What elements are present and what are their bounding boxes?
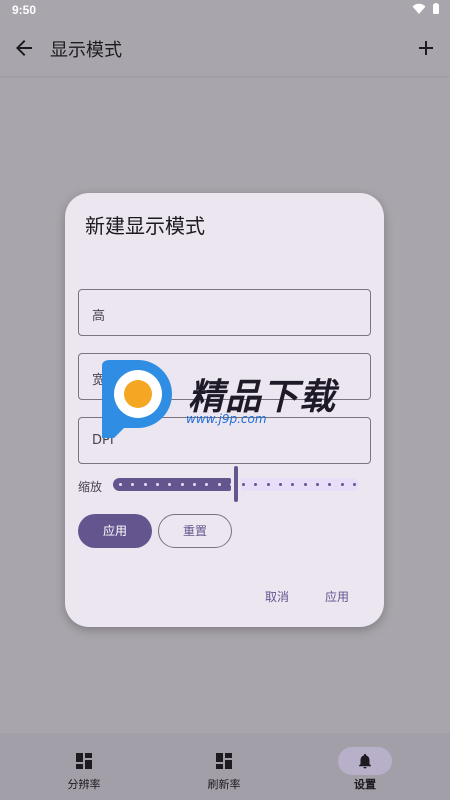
nav-icon-container [57,747,111,775]
slider-tick [180,483,184,486]
slider-tick [119,483,122,486]
bell-icon [359,753,371,769]
confirm-button[interactable]: 应用 [325,588,349,605]
dashboard-icon [216,753,232,769]
slider-tick [217,483,221,486]
nav-label: 刷新率 [207,778,241,791]
apply-button[interactable]: 应用 [78,514,152,548]
nav-icon-container [197,747,251,775]
watermark-url: www.j9p.com [186,412,267,426]
slider-tick [266,483,270,486]
slider-tick [229,483,233,486]
wifi-icon [412,3,426,14]
battery-icon [433,3,439,14]
watermark-logo [102,360,172,438]
reset-button[interactable]: 重置 [158,514,232,548]
slider-tick [340,483,344,486]
dialog-title: 新建显示模式 [85,214,205,238]
slider-tick [303,483,307,486]
nav-icon-container [338,747,392,775]
slider-tick [353,483,356,486]
top-app-bar: 显示模式 [0,20,450,76]
status-icons [412,3,440,15]
slider-tick [192,483,196,486]
nav-item-resolution[interactable]: 分辨率 [9,733,159,800]
back-arrow-icon[interactable] [12,36,36,60]
nav-label: 分辨率 [67,778,101,791]
zoom-slider[interactable] [113,466,359,502]
bottom-navigation: 分辨率 刷新率 设置 [0,733,450,800]
zoom-label: 缩放 [78,480,103,494]
height-field[interactable]: 高 [78,289,371,336]
dashboard-icon [76,753,92,769]
status-bar: 9:50 [0,0,450,20]
slider-handle[interactable] [234,466,238,502]
add-icon[interactable] [414,36,438,60]
cancel-button[interactable]: 取消 [265,588,289,605]
slider-tick [155,483,159,486]
nav-item-refresh-rate[interactable]: 刷新率 [149,733,299,800]
nav-label: 设置 [354,778,376,791]
page-title: 显示模式 [50,40,122,61]
watermark: 精品下载 www.j9p.com [100,358,360,448]
slider-tick [143,483,147,486]
status-time: 9:50 [12,3,37,17]
nav-item-settings[interactable]: 设置 [290,733,440,800]
height-placeholder: 高 [92,309,106,324]
